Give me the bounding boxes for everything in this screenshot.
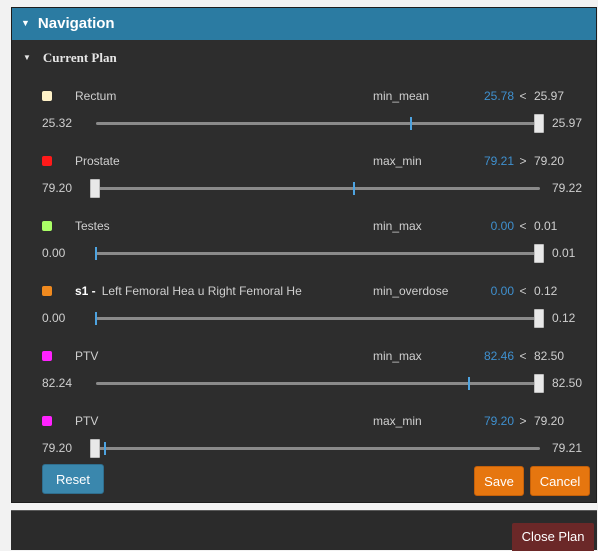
slider-min-label: 25.32 xyxy=(42,116,73,130)
structure-name: s1 - Left Femoral Hea u Right Femoral He xyxy=(75,284,302,298)
constraint-row: PTV max_min 79.20 >79.20 79.20 79.21 xyxy=(12,411,596,463)
navigation-panel: ▼ Navigation ▼ Current Plan Rectum min_mean… xyxy=(11,7,597,503)
current-value-marker xyxy=(467,377,470,390)
current-value: 79.21 xyxy=(483,154,514,168)
bottom-bar: Close Plan xyxy=(11,510,597,551)
slider-min-label: 82.24 xyxy=(42,376,73,390)
constraint-slider[interactable] xyxy=(95,244,544,263)
current-value-marker xyxy=(352,182,355,195)
constraint-type: max_min xyxy=(373,154,422,168)
navigation-header[interactable]: ▼ Navigation xyxy=(12,8,596,40)
comparison-operator: > xyxy=(519,414,527,428)
current-value-marker xyxy=(95,247,97,260)
slider-max-label: 0.01 xyxy=(552,246,576,260)
slider-min-label: 79.20 xyxy=(42,181,73,195)
slider-min-label: 0.00 xyxy=(42,311,66,325)
constraint-type: min_max xyxy=(373,349,422,363)
constraint-slider[interactable] xyxy=(96,374,544,393)
target-value: 0.01 xyxy=(534,219,558,233)
target-value: 79.20 xyxy=(534,414,565,428)
collapse-triangle-icon[interactable]: ▼ xyxy=(21,18,30,28)
structure-label: Left Femoral Hea u Right Femoral He xyxy=(101,284,302,298)
current-value: 0.00 xyxy=(490,284,514,298)
structure-prefix: s1 - xyxy=(75,284,96,298)
constraint-row: s1 - Left Femoral Hea u Right Femoral He m… xyxy=(12,281,596,333)
structure-name: Testes xyxy=(75,219,110,233)
collapse-triangle-icon[interactable]: ▼ xyxy=(23,53,31,62)
comparison-operator: < xyxy=(519,89,527,103)
slider-handle[interactable] xyxy=(534,374,544,393)
target-value: 25.97 xyxy=(534,89,565,103)
current-value-marker xyxy=(103,442,106,455)
constraint-row: Testes min_max 0.00 <0.01 0.00 0.01 xyxy=(12,216,596,268)
constraint-row: PTV min_max 82.46 <82.50 82.24 82.50 xyxy=(12,346,596,398)
target-value: 79.20 xyxy=(534,154,565,168)
structure-label: Rectum xyxy=(75,89,117,103)
current-plan-header[interactable]: ▼ Current Plan xyxy=(23,50,117,70)
structure-color-swatch[interactable] xyxy=(42,286,52,296)
save-button[interactable]: Save xyxy=(474,466,524,496)
constraint-slider[interactable] xyxy=(95,309,544,328)
constraint-slider[interactable] xyxy=(90,179,540,198)
current-value: 79.20 xyxy=(483,414,514,428)
slider-handle[interactable] xyxy=(90,179,100,198)
target-value: 82.50 xyxy=(534,349,565,363)
comparison-operator: < xyxy=(519,219,527,233)
constraint-slider[interactable] xyxy=(96,114,544,133)
structure-color-swatch[interactable] xyxy=(42,416,52,426)
target-value: 0.12 xyxy=(534,284,558,298)
structure-name: Rectum xyxy=(75,89,116,103)
slider-handle[interactable] xyxy=(534,114,544,133)
slider-max-label: 82.50 xyxy=(552,376,583,390)
structure-color-swatch[interactable] xyxy=(42,221,52,231)
constraint-row: Rectum min_mean 25.78 <25.97 25.32 25.97 xyxy=(12,86,596,138)
close-plan-button[interactable]: Close Plan xyxy=(512,523,594,551)
slider-max-label: 79.21 xyxy=(552,441,583,455)
slider-handle[interactable] xyxy=(90,439,100,458)
structure-name: PTV xyxy=(75,349,98,363)
structure-name: Prostate xyxy=(75,154,120,168)
navigation-title: Navigation xyxy=(37,15,115,32)
slider-handle[interactable] xyxy=(534,244,544,263)
comparison-operator: < xyxy=(519,349,527,363)
slider-min-label: 0.00 xyxy=(42,246,66,260)
structure-label: Testes xyxy=(75,219,110,233)
reset-button[interactable]: Reset xyxy=(42,464,104,494)
current-value: 82.46 xyxy=(483,349,514,363)
cancel-button[interactable]: Cancel xyxy=(530,466,590,496)
current-value: 25.78 xyxy=(483,89,514,103)
current-value: 0.00 xyxy=(490,219,514,233)
structure-color-swatch[interactable] xyxy=(42,156,52,166)
slider-min-label: 79.20 xyxy=(42,441,73,455)
slider-max-label: 25.97 xyxy=(552,116,583,130)
current-plan-title: Current Plan xyxy=(42,50,117,65)
structure-color-swatch[interactable] xyxy=(42,91,52,101)
current-value-marker xyxy=(95,312,97,325)
slider-handle[interactable] xyxy=(534,309,544,328)
comparison-operator: < xyxy=(519,284,527,298)
structure-label: PTV xyxy=(75,414,99,428)
constraint-slider[interactable] xyxy=(90,439,540,458)
structure-color-swatch[interactable] xyxy=(42,351,52,361)
slider-max-label: 79.22 xyxy=(552,181,583,195)
slider-max-label: 0.12 xyxy=(552,311,576,325)
constraint-type: min_overdose xyxy=(373,284,449,298)
structure-name: PTV xyxy=(75,414,98,428)
structure-label: Prostate xyxy=(75,154,120,168)
constraint-type: min_mean xyxy=(373,89,430,103)
constraint-type: max_min xyxy=(373,414,422,428)
constraint-type: min_max xyxy=(373,219,422,233)
constraint-row: Prostate max_min 79.21 >79.20 79.20 79.22 xyxy=(12,151,596,203)
structure-label: PTV xyxy=(75,349,99,363)
current-value-marker xyxy=(410,117,413,130)
comparison-operator: > xyxy=(519,154,527,168)
